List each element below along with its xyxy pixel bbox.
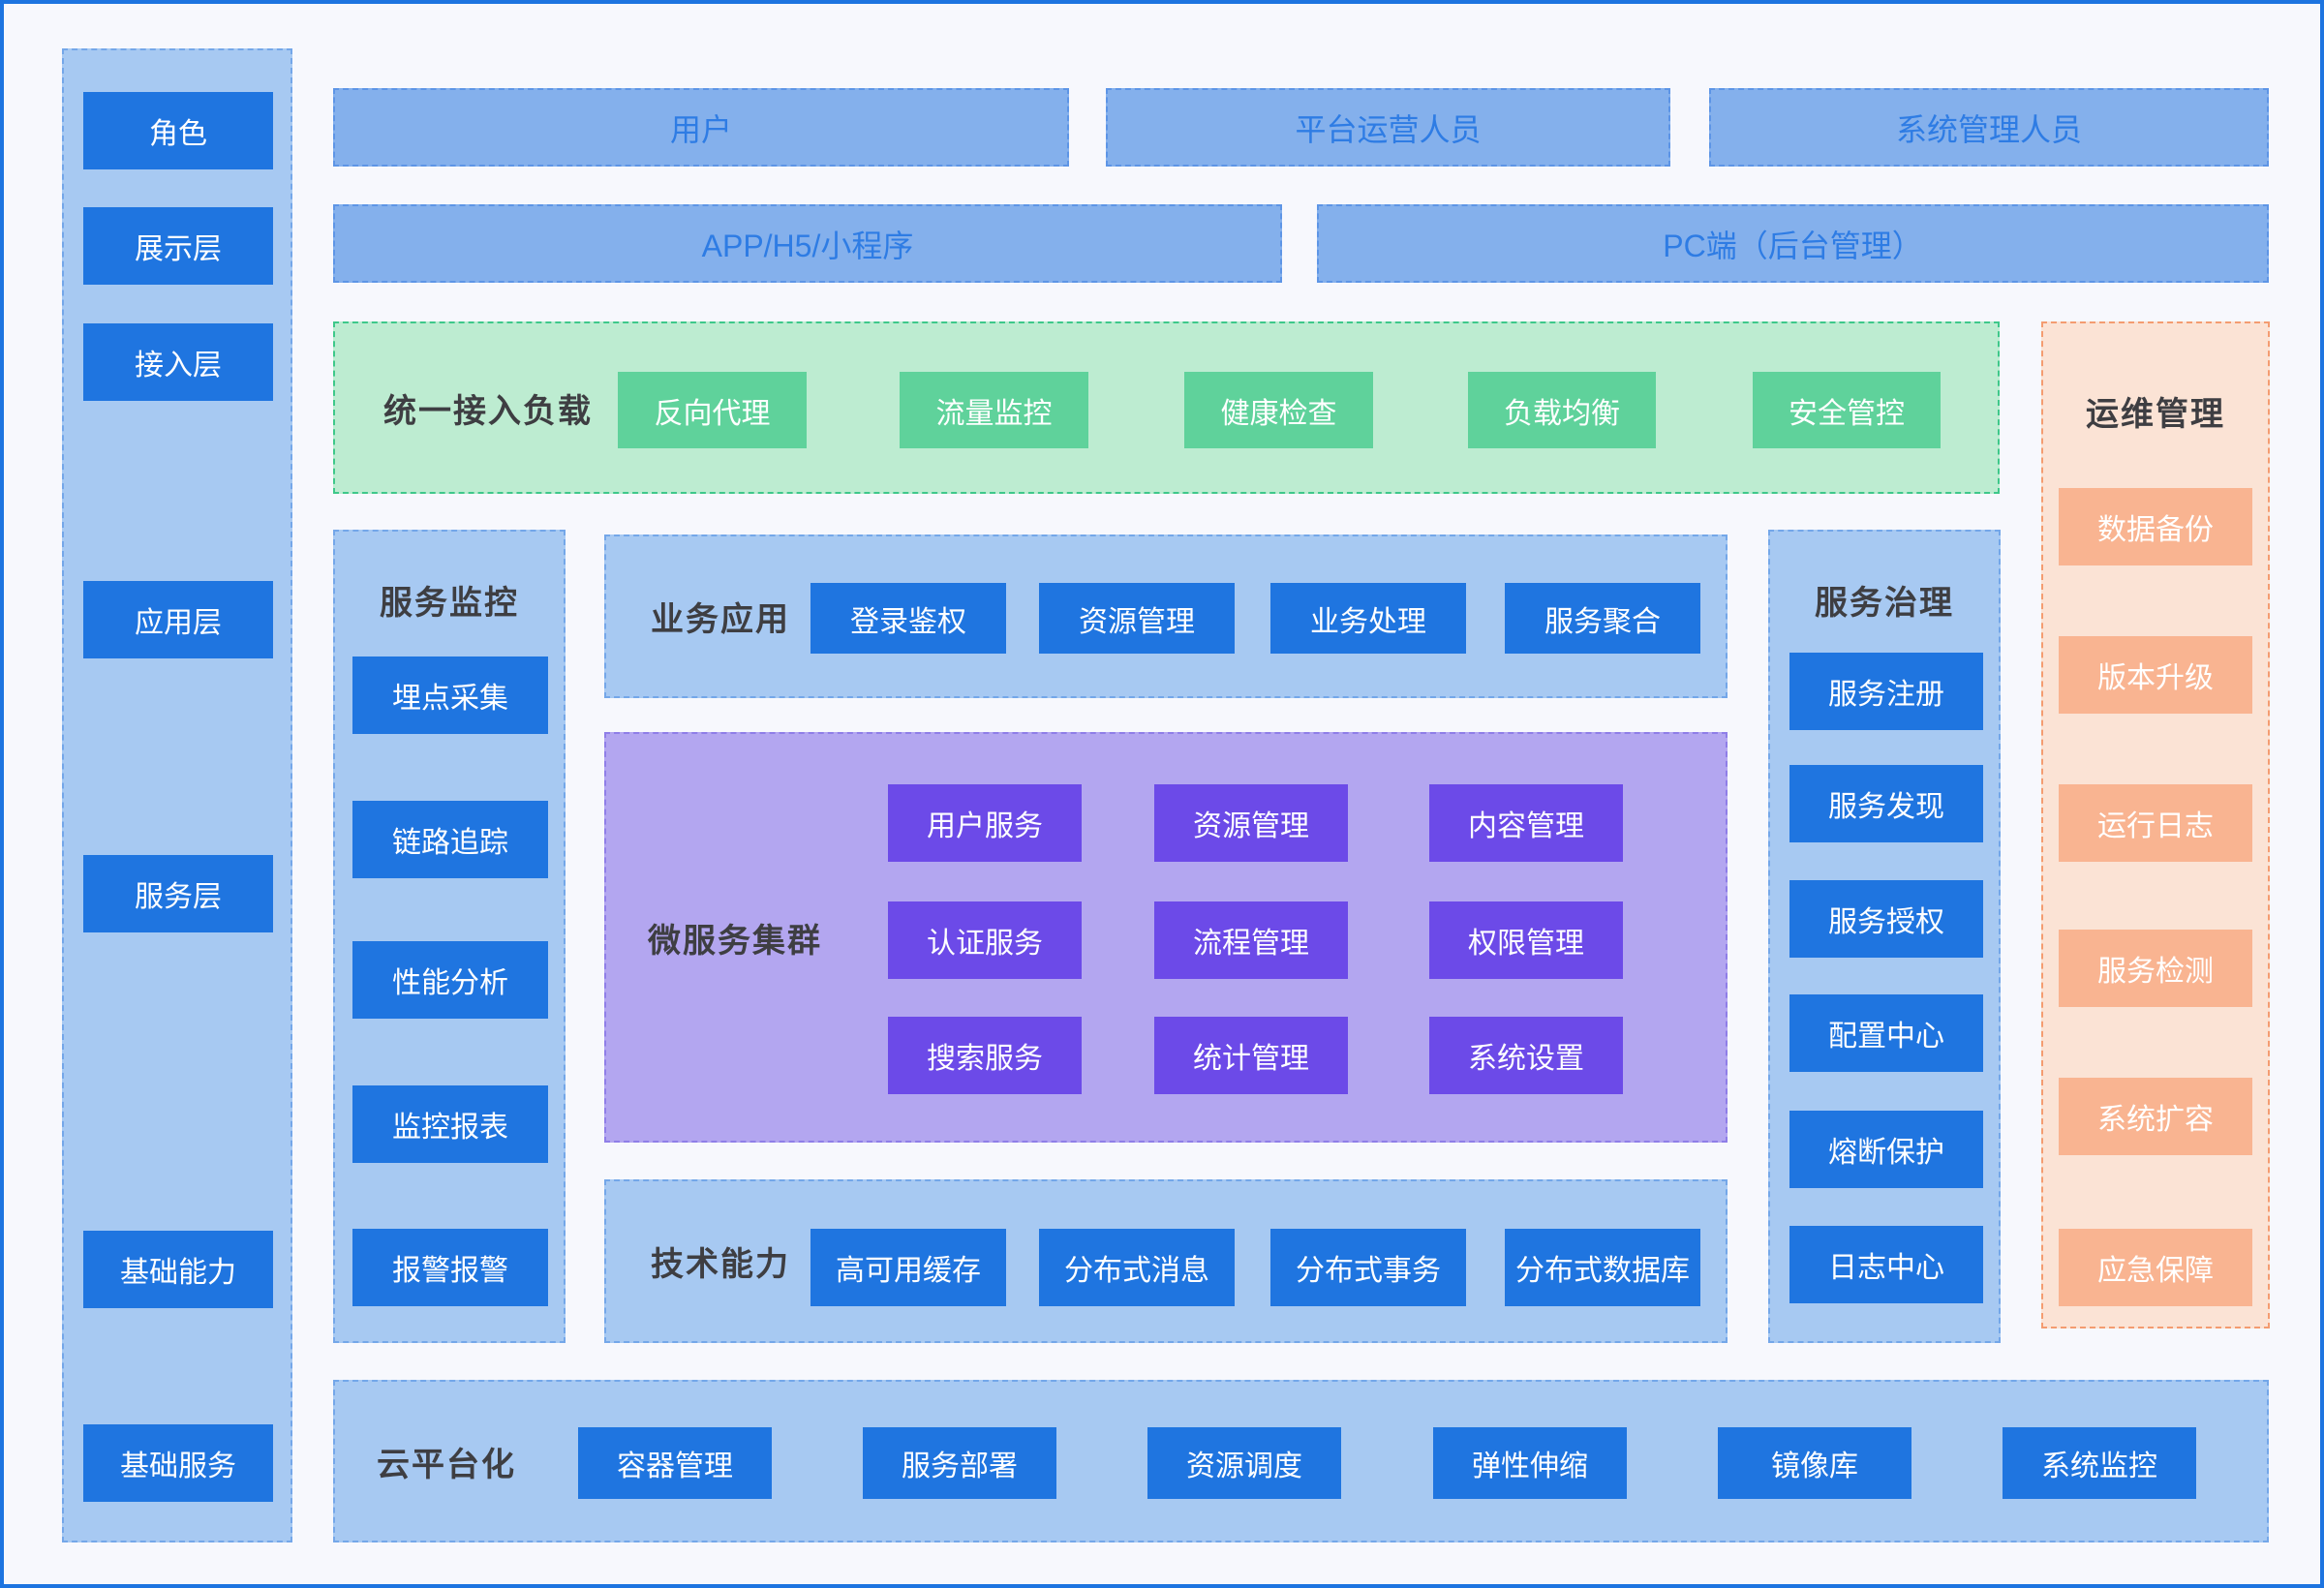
chip-alerting: 报警报警 xyxy=(352,1229,548,1306)
governance-title: 服务治理 xyxy=(1770,575,1999,624)
sidebar-item-presentation-layer: 展示层 xyxy=(83,207,273,285)
chip-resource-scheduling: 资源调度 xyxy=(1147,1427,1341,1499)
chip-process-management: 流程管理 xyxy=(1154,901,1348,979)
sidebar-item-basic-capability: 基础能力 xyxy=(83,1231,273,1308)
role-box-system-admin: 系统管理人员 xyxy=(1709,88,2269,167)
chip-distributed-database: 分布式数据库 xyxy=(1505,1229,1700,1306)
business-panel: 业务应用 登录鉴权 资源管理 业务处理 服务聚合 xyxy=(604,534,1728,698)
cloud-title: 云平台化 xyxy=(377,1382,516,1541)
access-load-title: 统一接入负载 xyxy=(383,323,593,492)
role-box-platform-operator: 平台运营人员 xyxy=(1106,88,1670,167)
chip-resource-management: 资源管理 xyxy=(1039,583,1235,654)
access-load-panel: 统一接入负载 反向代理 流量监控 健康检查 负载均衡 安全管控 xyxy=(333,321,2000,494)
chip-config-center: 配置中心 xyxy=(1789,994,1983,1072)
business-title: 业务应用 xyxy=(651,536,790,696)
chip-image-registry: 镜像库 xyxy=(1718,1427,1911,1499)
chip-business-processing: 业务处理 xyxy=(1270,583,1466,654)
architecture-diagram: 角色 展示层 接入层 应用层 服务层 基础能力 基础服务 用户 平台运营人员 系… xyxy=(0,0,2324,1588)
chip-runtime-logs: 运行日志 xyxy=(2059,784,2252,862)
chip-load-balancing: 负载均衡 xyxy=(1468,372,1656,448)
sidebar-item-application-layer: 应用层 xyxy=(83,581,273,658)
chip-service-authorization: 服务授权 xyxy=(1789,880,1983,958)
chip-resource-management-service: 资源管理 xyxy=(1154,784,1348,862)
chip-link-tracing: 链路追踪 xyxy=(352,801,548,878)
governance-panel: 服务治理 服务注册 服务发现 服务授权 配置中心 熔断保护 日志中心 xyxy=(1768,530,2001,1343)
sidebar-item-basic-services: 基础服务 xyxy=(83,1424,273,1502)
chip-search-service: 搜索服务 xyxy=(888,1017,1082,1094)
chip-service-aggregation: 服务聚合 xyxy=(1505,583,1700,654)
sidebar-item-access-layer: 接入层 xyxy=(83,323,273,401)
chip-user-service: 用户服务 xyxy=(888,784,1082,862)
technical-panel: 技术能力 高可用缓存 分布式消息 分布式事务 分布式数据库 xyxy=(604,1179,1728,1343)
chip-data-backup: 数据备份 xyxy=(2059,488,2252,565)
chip-service-discovery: 服务发现 xyxy=(1789,765,1983,842)
chip-log-center: 日志中心 xyxy=(1789,1226,1983,1303)
chip-distributed-messaging: 分布式消息 xyxy=(1039,1229,1235,1306)
chip-tracking-collection: 埋点采集 xyxy=(352,657,548,734)
terminal-box-app-h5-miniprogram: APP/H5/小程序 xyxy=(333,204,1282,283)
role-box-user: 用户 xyxy=(333,88,1069,167)
chip-system-scaling: 系统扩容 xyxy=(2059,1078,2252,1155)
chip-traffic-monitoring: 流量监控 xyxy=(900,372,1088,448)
chip-auth-service: 认证服务 xyxy=(888,901,1082,979)
chip-content-management: 内容管理 xyxy=(1429,784,1623,862)
chip-system-monitoring: 系统监控 xyxy=(2003,1427,2196,1499)
chip-security-control: 安全管控 xyxy=(1753,372,1941,448)
chip-health-check: 健康检查 xyxy=(1184,372,1373,448)
monitoring-title: 服务监控 xyxy=(335,575,564,624)
chip-service-inspection: 服务检测 xyxy=(2059,930,2252,1007)
chip-statistics-management: 统计管理 xyxy=(1154,1017,1348,1094)
chip-circuit-breaker: 熔断保护 xyxy=(1789,1111,1983,1188)
technical-title: 技术能力 xyxy=(651,1181,790,1341)
monitoring-panel: 服务监控 埋点采集 链路追踪 性能分析 监控报表 报警报警 xyxy=(333,530,566,1343)
chip-version-upgrade: 版本升级 xyxy=(2059,636,2252,714)
chip-ha-cache: 高可用缓存 xyxy=(810,1229,1006,1306)
chip-emergency-support: 应急保障 xyxy=(2059,1229,2252,1306)
microservices-title: 微服务集群 xyxy=(648,734,822,1141)
chip-container-management: 容器管理 xyxy=(578,1427,772,1499)
sidebar-item-service-layer: 服务层 xyxy=(83,855,273,932)
cloud-panel: 云平台化 容器管理 服务部署 资源调度 弹性伸缩 镜像库 系统监控 xyxy=(333,1380,2269,1542)
chip-system-settings: 系统设置 xyxy=(1429,1017,1623,1094)
sidebar-item-roles: 角色 xyxy=(83,92,273,169)
chip-service-registry: 服务注册 xyxy=(1789,653,1983,730)
terminal-box-pc-admin: PC端（后台管理） xyxy=(1317,204,2269,283)
chip-elastic-scaling: 弹性伸缩 xyxy=(1433,1427,1627,1499)
layers-sidebar-panel: 角色 展示层 接入层 应用层 服务层 基础能力 基础服务 xyxy=(62,48,292,1542)
chip-monitoring-reports: 监控报表 xyxy=(352,1085,548,1163)
chip-performance-analysis: 性能分析 xyxy=(352,941,548,1019)
chip-reverse-proxy: 反向代理 xyxy=(618,372,807,448)
chip-distributed-transactions: 分布式事务 xyxy=(1270,1229,1466,1306)
microservices-panel: 微服务集群 用户服务 资源管理 内容管理 认证服务 流程管理 权限管理 搜索服务… xyxy=(604,732,1728,1143)
chip-service-deployment: 服务部署 xyxy=(863,1427,1056,1499)
chip-login-auth: 登录鉴权 xyxy=(810,583,1006,654)
ops-panel: 运维管理 数据备份 版本升级 运行日志 服务检测 系统扩容 应急保障 xyxy=(2041,321,2270,1328)
ops-title: 运维管理 xyxy=(2043,382,2268,440)
chip-permission-management: 权限管理 xyxy=(1429,901,1623,979)
